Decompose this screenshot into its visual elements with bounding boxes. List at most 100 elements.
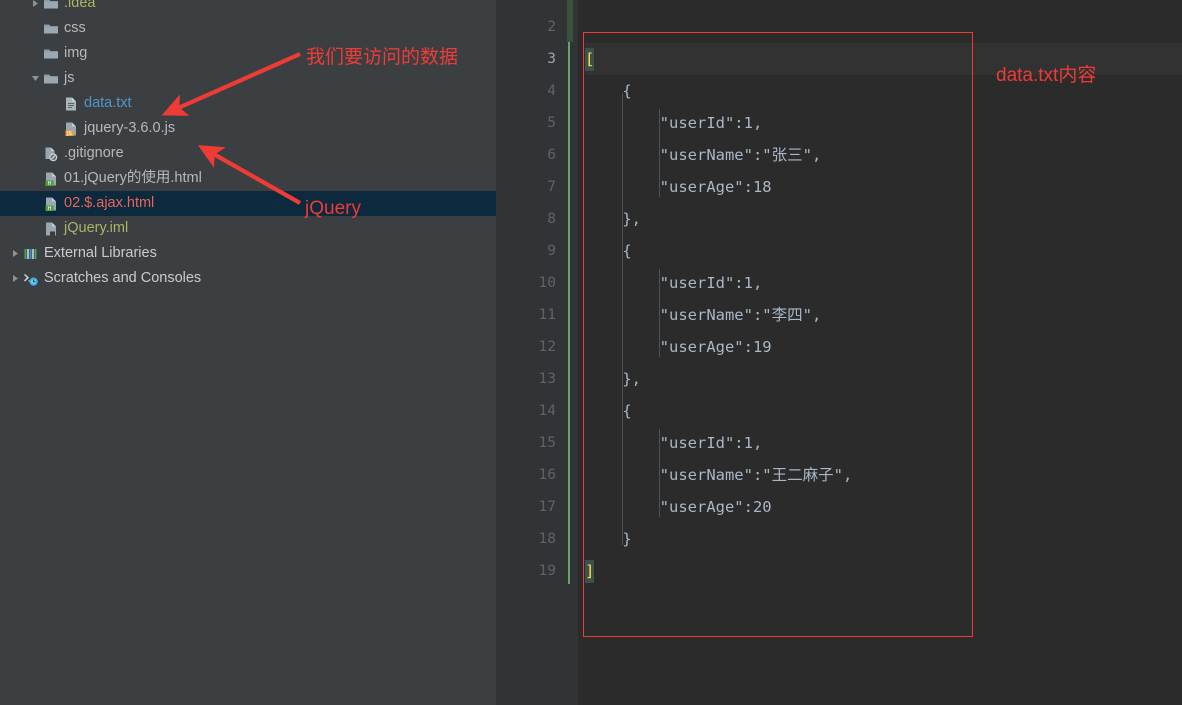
- line-number[interactable]: 2: [510, 11, 556, 43]
- tree-item-label: js: [64, 69, 75, 86]
- matched-brace: ]: [585, 560, 595, 583]
- code-line[interactable]: {: [585, 75, 1182, 107]
- libraries-icon: [23, 246, 39, 262]
- line-number[interactable]: 18: [510, 523, 556, 555]
- tree-item-label: Scratches and Consoles: [44, 269, 202, 286]
- chevron-right-icon[interactable]: [28, 0, 43, 16]
- chevron-right-icon[interactable]: [8, 266, 23, 291]
- tree-item-jquery.iml[interactable]: jQuery.iml: [0, 216, 496, 241]
- line-number[interactable]: 8: [510, 203, 556, 235]
- vcs-change-marker[interactable]: [568, 42, 570, 584]
- line-number-gutter[interactable]: 2 3 4 5 6 7 8 9 10 11 12 13 14 15 16 17 18 19: [496, 0, 570, 705]
- scratches-icon: [23, 271, 39, 287]
- gutter-edge: [570, 0, 578, 705]
- tree-item-img[interactable]: img: [0, 41, 496, 66]
- code-line[interactable]: },: [585, 363, 1182, 395]
- matched-brace: [: [585, 48, 595, 71]
- tree-item-label: .idea: [64, 0, 96, 11]
- svg-text:H: H: [48, 181, 52, 187]
- tree-item-label: jQuery.iml: [64, 219, 129, 236]
- svg-text:H: H: [48, 206, 52, 212]
- folder-icon: [43, 71, 59, 87]
- code-line[interactable]: "userId":1,: [585, 107, 1182, 139]
- code-line[interactable]: "userAge":19: [585, 331, 1182, 363]
- line-number[interactable]: 6: [510, 139, 556, 171]
- code-line[interactable]: ]: [585, 555, 1182, 587]
- code-line[interactable]: {: [585, 235, 1182, 267]
- tree-item-js[interactable]: js: [0, 66, 496, 91]
- line-number[interactable]: 4: [510, 75, 556, 107]
- tree-item-css[interactable]: css: [0, 16, 496, 41]
- code-line[interactable]: "userId":1,: [585, 267, 1182, 299]
- chevron-right-icon[interactable]: [8, 241, 23, 266]
- tree-item-label: External Libraries: [44, 244, 157, 261]
- code-line[interactable]: {: [585, 395, 1182, 427]
- editor-pane[interactable]: 2 3 4 5 6 7 8 9 10 11 12 13 14 15 16 17 18 19 [ { "userId…: [496, 0, 1182, 705]
- tree-item-.gitignore[interactable]: .gitignore: [0, 141, 496, 166]
- code-content[interactable]: [ { "userId":1, "userName":"张三", "userAg…: [585, 0, 1182, 705]
- editor-left-strip: [578, 0, 585, 705]
- line-number[interactable]: 3: [510, 43, 556, 75]
- line-number[interactable]: 15: [510, 427, 556, 459]
- line-number[interactable]: 10: [510, 267, 556, 299]
- svg-text:JS: JS: [66, 131, 72, 137]
- tree-item-data.txt[interactable]: data.txt: [0, 91, 496, 116]
- ide-window: .idea css img js data.txt JS jquery-3.6.0.js .g…: [0, 0, 1182, 705]
- code-line[interactable]: },: [585, 203, 1182, 235]
- code-line[interactable]: "userId":1,: [585, 427, 1182, 459]
- code-line[interactable]: "userName":"张三",: [585, 139, 1182, 171]
- tree-item-label: css: [64, 19, 86, 36]
- text-file-icon: [63, 96, 79, 112]
- tree-item-.idea[interactable]: .idea: [0, 0, 496, 16]
- project-tool-window[interactable]: .idea css img js data.txt JS jquery-3.6.0.js .g…: [0, 0, 496, 705]
- tree-item-external-libraries[interactable]: External Libraries: [0, 241, 496, 266]
- indent-guide: [659, 429, 660, 517]
- line-number[interactable]: 14: [510, 395, 556, 427]
- line-number[interactable]: 16: [510, 459, 556, 491]
- line-number[interactable]: 13: [510, 363, 556, 395]
- folder-icon: [43, 46, 59, 62]
- line-number[interactable]: 17: [510, 491, 556, 523]
- code-line[interactable]: }: [585, 523, 1182, 555]
- chevron-down-icon[interactable]: [28, 66, 43, 91]
- line-number[interactable]: 11: [510, 299, 556, 331]
- tree-item-01.jquery-.html[interactable]: H 01.jQuery的使用.html: [0, 166, 496, 191]
- line-number[interactable]: 5: [510, 107, 556, 139]
- line-number[interactable]: 7: [510, 171, 556, 203]
- indent-guide: [622, 93, 623, 545]
- line-number[interactable]: 12: [510, 331, 556, 363]
- line-number[interactable]: 9: [510, 235, 556, 267]
- tree-item-label: jquery-3.6.0.js: [84, 119, 176, 136]
- code-line[interactable]: [: [585, 43, 1182, 75]
- tree-item-label: .gitignore: [64, 144, 124, 161]
- tree-item-label: img: [64, 44, 88, 61]
- line-number[interactable]: 19: [510, 555, 556, 587]
- code-line[interactable]: "userAge":18: [585, 171, 1182, 203]
- tree-item-jquery-3.6.0.js[interactable]: JS jquery-3.6.0.js: [0, 116, 496, 141]
- tree-item-scratches-and-consoles[interactable]: Scratches and Consoles: [0, 266, 496, 291]
- tree-item-label: 02.$.ajax.html: [64, 194, 155, 211]
- js-file-icon: JS: [63, 121, 79, 137]
- iml-file-icon: [43, 221, 59, 237]
- tree-item-02.$.ajax.html[interactable]: H 02.$.ajax.html: [0, 191, 496, 216]
- gitignore-file-icon: [43, 146, 59, 162]
- html-file-icon: H: [43, 196, 59, 212]
- vcs-change-marker-top[interactable]: [567, 0, 573, 42]
- code-line[interactable]: "userAge":20: [585, 491, 1182, 523]
- code-line[interactable]: "userName":"王二麻子",: [585, 459, 1182, 491]
- folder-icon: [43, 21, 59, 37]
- tree-item-label: data.txt: [84, 94, 132, 111]
- html-file-icon: H: [43, 171, 59, 187]
- tree-item-label: 01.jQuery的使用.html: [64, 169, 202, 186]
- indent-guide: [659, 109, 660, 197]
- code-line[interactable]: "userName":"李四",: [585, 299, 1182, 331]
- code-line[interactable]: [585, 11, 1182, 43]
